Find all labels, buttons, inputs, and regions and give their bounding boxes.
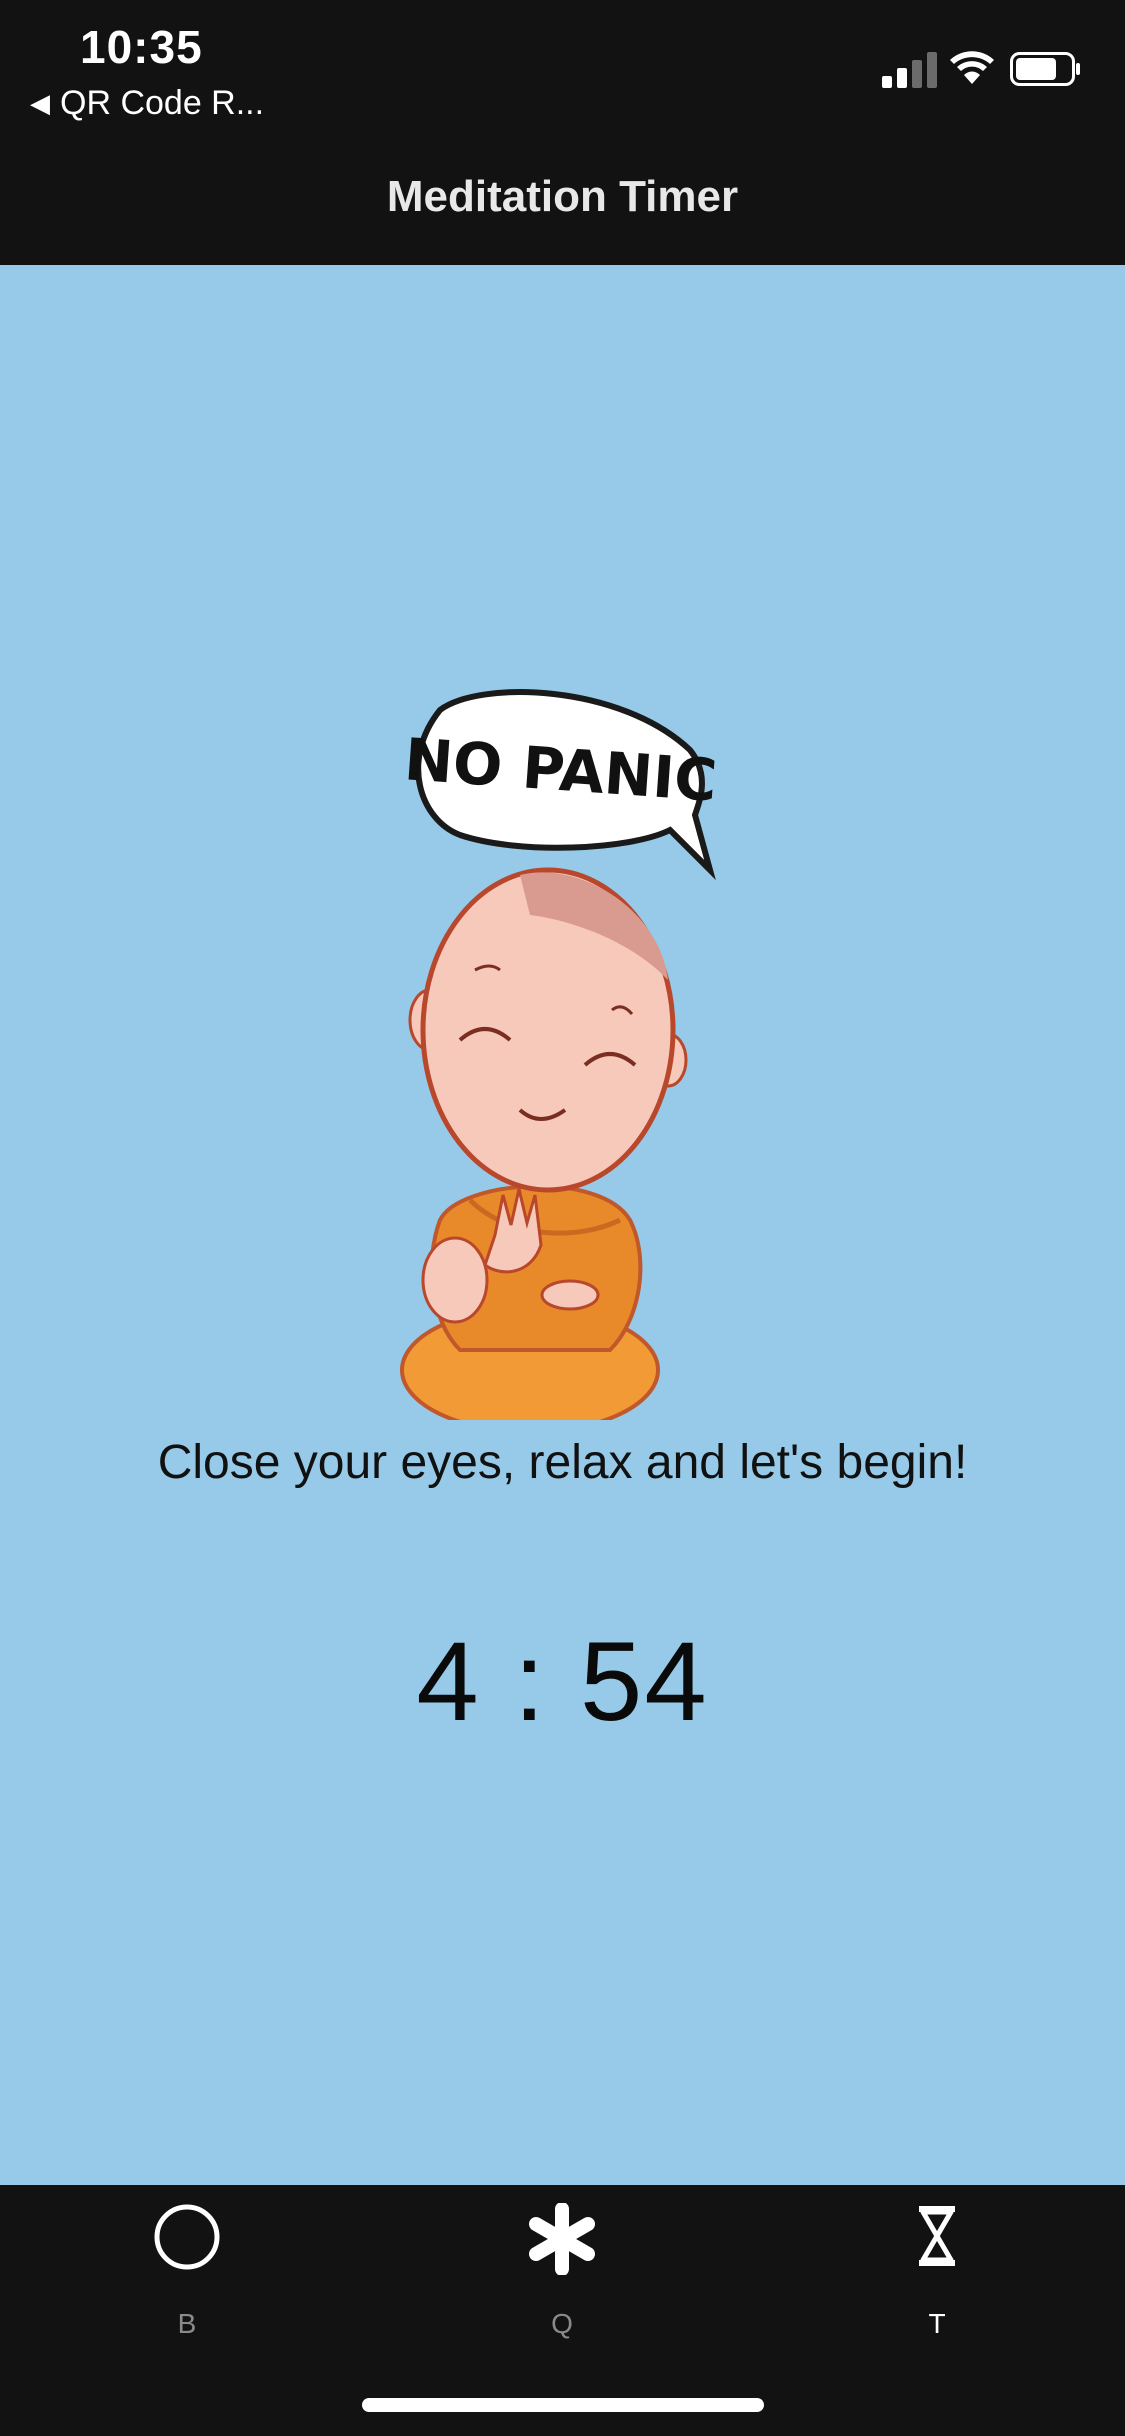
tab-t[interactable]: T (837, 2185, 1037, 2345)
speech-bubble: NO PANIC (402, 689, 719, 881)
battery-icon (1010, 52, 1080, 86)
meditation-content: NO PANIC Close your eyes, relax and let'… (0, 265, 1125, 2185)
tab-t-label: T (928, 2308, 946, 2339)
back-app-label: QR Code R... (60, 84, 265, 122)
cellular-signal-icon (882, 52, 937, 88)
home-indicator[interactable] (362, 2398, 764, 2412)
circle-icon (154, 2204, 220, 2270)
hourglass-icon (919, 2206, 955, 2266)
tab-b[interactable]: B (87, 2185, 287, 2345)
tab-b-label: B (177, 2308, 197, 2339)
tab-q-label: Q (551, 2308, 573, 2339)
page-title: Meditation Timer (386, 172, 739, 221)
monk-body (400, 1184, 660, 1420)
status-time: 10:35 (80, 21, 203, 73)
monk-head (408, 867, 688, 1193)
meditation-message: Close your eyes, relax and let's begin! (157, 1436, 968, 1489)
wifi-icon (950, 51, 994, 84)
tab-q[interactable]: Q (462, 2185, 662, 2345)
back-to-app-button[interactable]: ◀ QR Code R... (30, 84, 264, 123)
status-bar: 10:35 ◀ QR Code R... (0, 0, 1125, 130)
asterisk-icon (529, 2203, 595, 2275)
countdown-timer: 4 : 54 (416, 1619, 709, 1744)
navigation-bar: Meditation Timer (0, 130, 1125, 265)
back-triangle-icon: ◀ (30, 88, 50, 118)
meditating-monk-illustration: NO PANIC (400, 689, 719, 1420)
tab-bar: B Q T (0, 2185, 1125, 2436)
